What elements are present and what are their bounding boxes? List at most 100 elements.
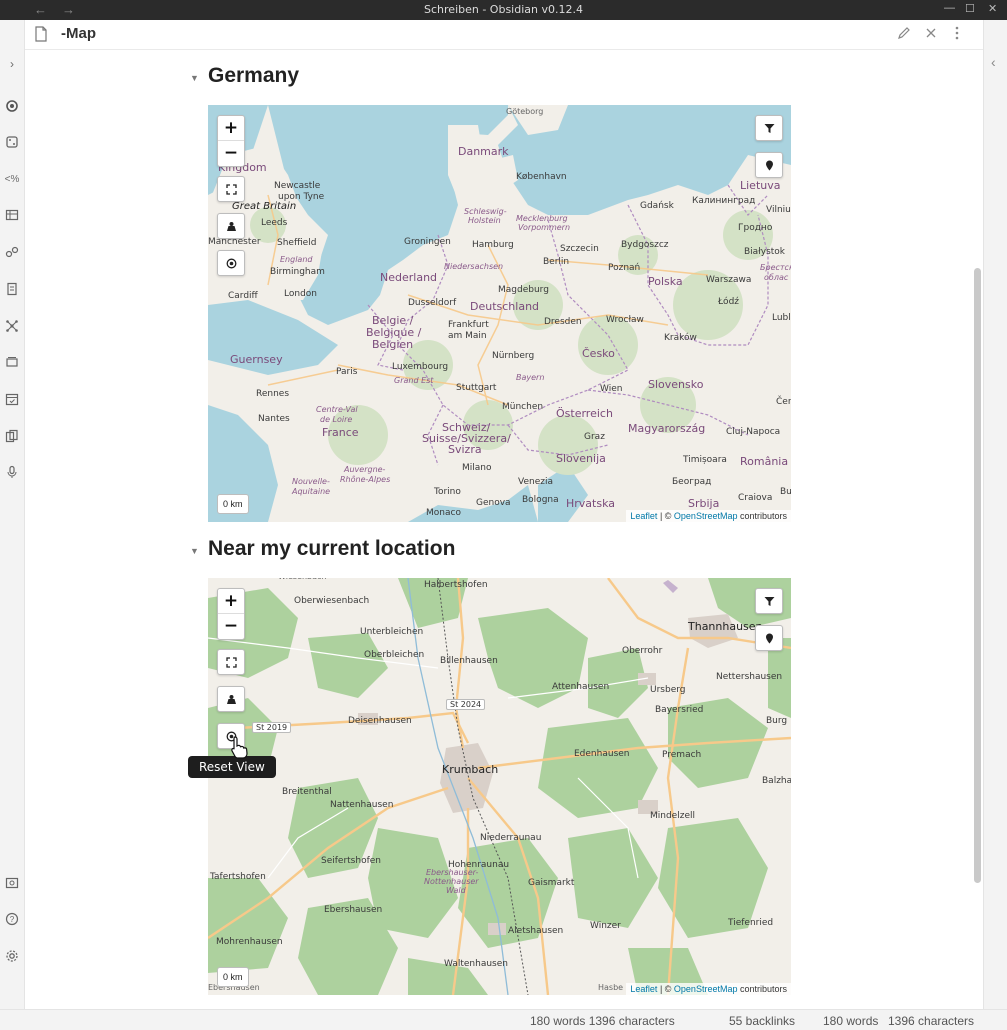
map-place-label: Kraków (664, 333, 697, 343)
calendar-icon[interactable] (4, 391, 20, 407)
map-place-label: Gdańsk (640, 201, 674, 211)
fold-toggle-icon[interactable]: ▼ (190, 73, 199, 83)
map-place-label: France (322, 426, 359, 439)
fullscreen-icon (225, 656, 237, 668)
link-icon[interactable] (4, 244, 20, 260)
map-place-label: Grand Est (394, 376, 434, 385)
map-place-label: Torino (434, 487, 461, 497)
openstreetmap-link[interactable]: OpenStreetMap (674, 511, 738, 521)
map-place-label: Lietuva (740, 179, 781, 192)
map-attribution: Leaflet | © OpenStreetMap contributors (626, 983, 791, 995)
filter-button[interactable] (755, 115, 783, 141)
fullscreen-icon (225, 183, 237, 195)
map-place-label: Magdeburg (498, 285, 549, 295)
reset-view-button[interactable] (217, 250, 245, 276)
map-place-label: облас (764, 273, 789, 282)
map-place-label: Leeds (261, 218, 288, 228)
add-marker-button[interactable] (755, 625, 783, 651)
settings-gear-icon[interactable] (4, 948, 20, 964)
map-place-label: Monaco (426, 508, 461, 518)
map-place-label: Great Britain (232, 201, 297, 212)
openstreetmap-link[interactable]: OpenStreetMap (674, 984, 738, 994)
map-place-label: Hasbe (598, 983, 624, 992)
map-place-label: Tiefenried (728, 918, 774, 928)
map-place-label: Stuttgart (456, 383, 497, 393)
zoom-out-button[interactable]: − (218, 141, 244, 165)
map-place-label: Balzhau (762, 776, 791, 786)
map-place-label: Гродно (738, 223, 773, 233)
templater-icon[interactable]: <% (4, 171, 20, 187)
microphone-icon[interactable] (4, 464, 20, 480)
expand-sidebar-icon[interactable]: › (4, 56, 20, 72)
status-bar: 180 words 1396 characters 55 backlinks 1… (0, 1009, 1007, 1030)
map-place-label: Warszawa (706, 275, 752, 285)
zoom-out-button[interactable]: − (218, 614, 244, 638)
layers-button[interactable] (217, 213, 245, 239)
map-place-label: Oberwiesenbach (294, 596, 370, 606)
leaflet-link[interactable]: Leaflet (630, 511, 657, 521)
map-place-label: Srbija (688, 497, 720, 510)
note-header: -Map (25, 20, 983, 50)
zoom-in-button[interactable]: + (218, 116, 244, 140)
scrollbar[interactable] (973, 50, 983, 1009)
expand-right-sidebar-icon[interactable]: ‹ (991, 54, 996, 70)
add-marker-button[interactable] (755, 152, 783, 178)
right-sidebar: ‹ (983, 20, 1007, 1009)
map-place-label: Genova (476, 498, 511, 508)
fullscreen-button[interactable] (217, 176, 245, 202)
map-place-label: Lubl (772, 313, 791, 323)
map-place-label: Dresden (544, 317, 582, 327)
cards-icon[interactable] (4, 354, 20, 370)
map-current-location[interactable]: Wiesenbach Halbertshofen Oberwiesenbach Tha… (208, 578, 791, 995)
zoom-in-button[interactable]: + (218, 589, 244, 613)
table-icon[interactable] (4, 207, 20, 223)
copy-icon[interactable] (4, 428, 20, 444)
map-place-label: Breitenthal (282, 787, 332, 797)
document-icon[interactable] (4, 281, 20, 297)
map-place-label: Auvergne- (344, 465, 386, 474)
scrollbar-thumb[interactable] (974, 268, 981, 883)
fullscreen-button[interactable] (217, 649, 245, 675)
edit-pencil-icon[interactable] (897, 26, 911, 43)
map-place-label: Vorpommern (518, 223, 571, 232)
map-place-label: Aletshausen (508, 926, 564, 936)
map-place-label: Rennes (256, 389, 290, 399)
minimize-icon[interactable]: — (944, 2, 955, 14)
map-place-label: Burg (766, 716, 788, 726)
map-place-label: Thannhausen (688, 620, 763, 633)
map-scale: 0 km (217, 494, 249, 514)
map-place-label: Rhône-Alpes (340, 475, 391, 484)
close-window-icon[interactable]: ✕ (988, 2, 997, 15)
map-place-label: Magyarország (628, 422, 706, 435)
map-place-label: Bu (780, 487, 791, 497)
map-place-label: Wald (446, 886, 466, 895)
map-place-label: Mindelzell (650, 811, 695, 821)
graph-view-icon[interactable] (4, 98, 20, 114)
map-germany[interactable]: Göteborg Danmark København Kingdom Newcastle… (208, 105, 791, 522)
leaflet-link[interactable]: Leaflet (630, 984, 657, 994)
map-place-label: Frankfurt (448, 320, 489, 330)
more-options-icon[interactable] (955, 26, 959, 43)
map-place-label: Graz (584, 432, 605, 442)
section-heading: Germany (208, 64, 300, 87)
map-place-label: Belgien (372, 338, 414, 351)
map-place-label: Čer (776, 397, 791, 407)
fold-toggle-icon[interactable]: ▼ (190, 546, 199, 556)
filter-icon (764, 123, 774, 133)
help-icon[interactable]: ? (4, 911, 20, 927)
map-place-label: Polska (648, 275, 683, 288)
maximize-icon[interactable]: ☐ (965, 2, 975, 15)
map-place-label: Göteborg (506, 107, 544, 116)
vault-icon[interactable] (4, 875, 20, 891)
network-icon[interactable] (4, 318, 20, 334)
random-note-icon[interactable] (4, 134, 20, 150)
map-place-label: Holstein (468, 216, 501, 225)
map-place-label: München (502, 402, 544, 412)
close-note-icon[interactable] (925, 26, 937, 42)
filter-button[interactable] (755, 588, 783, 614)
map-place-label: Wiesenbach (278, 578, 327, 581)
layers-button[interactable] (217, 686, 245, 712)
map-place-label: London (284, 289, 317, 299)
status-backlinks[interactable]: 55 backlinks (729, 1014, 795, 1028)
map-place-label: Craiova (738, 493, 773, 503)
